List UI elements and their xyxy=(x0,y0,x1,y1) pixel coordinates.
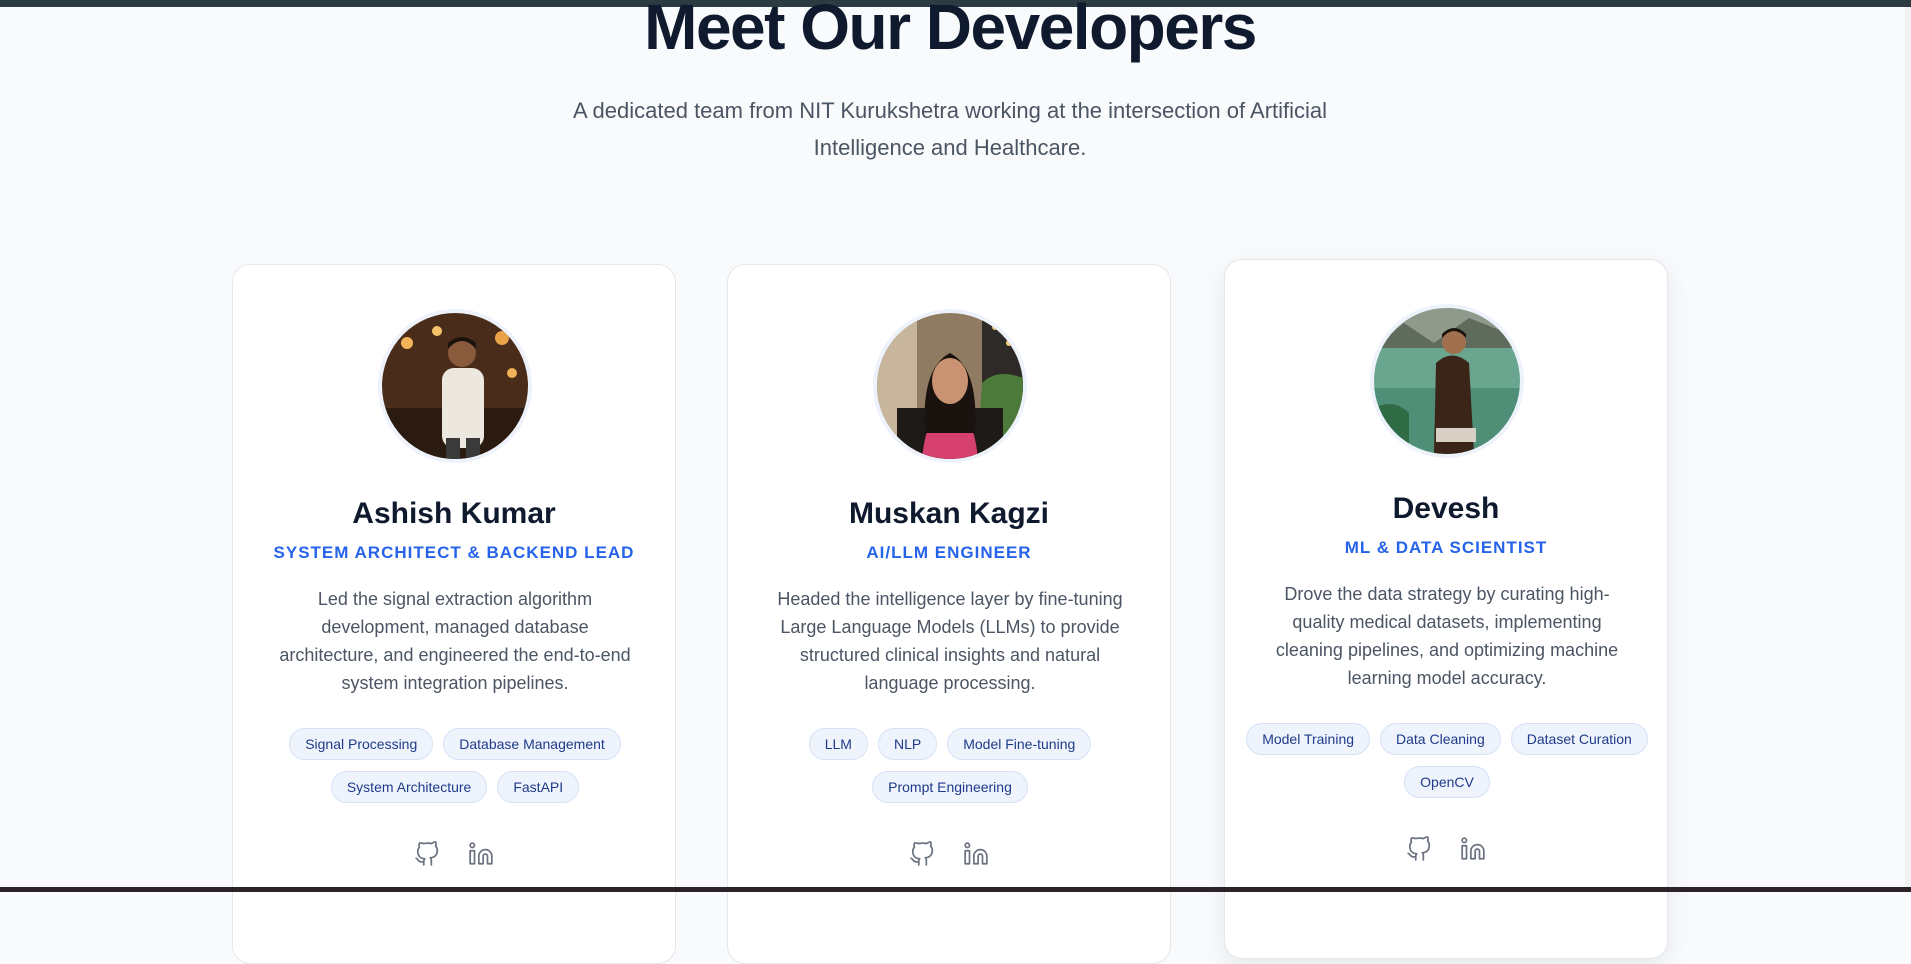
developer-card: Ashish Kumar SYSTEM ARCHITECT & BACKEND … xyxy=(232,264,676,964)
taskbar-edge xyxy=(0,887,1911,892)
page-scrollbar[interactable] xyxy=(1905,7,1911,887)
skill-tag: Signal Processing xyxy=(289,728,434,760)
skill-tag: Model Fine-tuning xyxy=(947,728,1092,760)
developer-bio: Led the signal extraction algorithm deve… xyxy=(279,589,631,693)
social-links xyxy=(728,840,1170,868)
avatar xyxy=(378,309,532,463)
skill-tags: Model Training Data Cleaning Dataset Cur… xyxy=(1245,723,1649,798)
skill-tags: Signal Processing Database Management Sy… xyxy=(253,728,657,803)
developer-name: Muskan Kagzi xyxy=(848,497,1050,530)
developer-name: Ashish Kumar xyxy=(352,497,556,530)
social-links xyxy=(1225,835,1667,863)
developer-role: AI/LLM ENGINEER xyxy=(866,543,1032,562)
github-icon[interactable] xyxy=(413,840,441,868)
developer-bio: Drove the data strategy by curating high… xyxy=(1275,584,1619,688)
skill-tags: LLM NLP Model Fine-tuning Prompt Enginee… xyxy=(748,728,1152,803)
skill-tag: Dataset Curation xyxy=(1510,723,1648,755)
developer-card: Devesh ML & DATA SCIENTIST Drove the dat… xyxy=(1224,259,1668,959)
skill-tag: LLM xyxy=(808,728,868,760)
avatar xyxy=(1370,304,1524,458)
developer-role: ML & DATA SCIENTIST xyxy=(1344,538,1548,557)
developer-bio: Headed the intelligence layer by fine-tu… xyxy=(777,589,1123,693)
developer-card: Muskan Kagzi AI/LLM ENGINEER Headed the … xyxy=(727,264,1171,964)
skill-tag: Data Cleaning xyxy=(1380,723,1501,755)
section-subtitle: A dedicated team from NIT Kurukshetra wo… xyxy=(572,98,1328,160)
linkedin-icon[interactable] xyxy=(1459,835,1487,863)
skill-tag: Database Management xyxy=(443,728,621,760)
skill-tag: NLP xyxy=(877,728,938,760)
github-icon[interactable] xyxy=(1405,835,1433,863)
skill-tag: System Architecture xyxy=(330,771,488,803)
linkedin-icon[interactable] xyxy=(467,840,495,868)
section-title: Meet Our Developers xyxy=(644,0,1257,63)
developer-role: SYSTEM ARCHITECT & BACKEND LEAD xyxy=(273,543,635,562)
skill-tag: FastAPI xyxy=(497,771,580,803)
avatar xyxy=(873,309,1027,463)
skill-tag: Prompt Engineering xyxy=(872,771,1028,803)
github-icon[interactable] xyxy=(908,840,936,868)
developer-name: Devesh xyxy=(1392,492,1500,525)
skill-tag: Model Training xyxy=(1246,723,1371,755)
skill-tag: OpenCV xyxy=(1404,766,1490,798)
social-links xyxy=(233,840,675,868)
linkedin-icon[interactable] xyxy=(962,840,990,868)
